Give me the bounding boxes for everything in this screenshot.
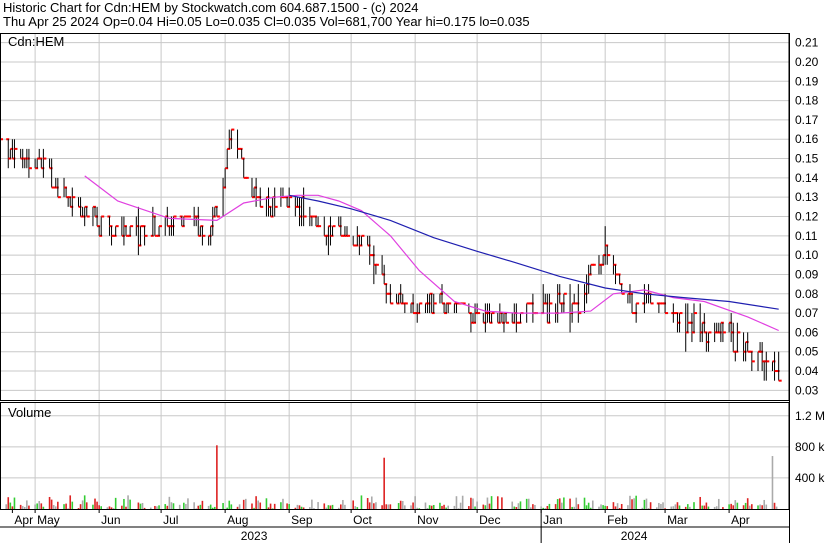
month-tick-label: Oct (353, 513, 372, 527)
month-tick-label: Apr (731, 513, 750, 527)
month-tick-label: Nov (417, 513, 438, 527)
price-tick-label: 0.03 (795, 383, 819, 397)
volume-bars (0, 445, 778, 509)
price-tick-label: 0.11 (795, 229, 818, 243)
stock-chart: 0.03 0.04 0.05 0.06 0.07 0.08 0.09 0.10 0.11 0.12… (0, 33, 825, 543)
price-tick-label: 0.12 (795, 210, 819, 224)
price-tick-label: 0.07 (795, 306, 819, 320)
price-tick-label: 0.14 (795, 171, 819, 185)
price-tick-label: 0.16 (795, 132, 819, 146)
month-tick-label: Apr (14, 513, 33, 527)
price-tick-label: 0.08 (795, 287, 819, 301)
volume-tick-label: 800 k (795, 440, 825, 454)
price-tick-label: 0.18 (795, 94, 819, 108)
price-tick-label: 0.09 (795, 267, 819, 281)
month-tick-label: Mar (667, 513, 688, 527)
price-tick-label: 0.17 (795, 113, 819, 127)
price-tick-label: 0.21 (795, 36, 819, 50)
month-tick-label: May (37, 513, 60, 527)
moving-average-long-line (289, 194, 779, 310)
price-tick-label: 0.19 (795, 74, 819, 88)
volume-panel-frame (0, 402, 790, 510)
year-label: 2024 (621, 529, 648, 543)
price-tick-label: 0.05 (795, 345, 819, 359)
grid-lines (0, 33, 789, 509)
price-tick-label: 0.15 (795, 152, 819, 166)
volume-panel-label: Volume (8, 405, 51, 420)
month-tick-label: Dec (479, 513, 500, 527)
month-tick-label: Jun (101, 513, 120, 527)
month-tick-label: Aug (227, 513, 248, 527)
price-tick-label: 0.13 (795, 190, 819, 204)
price-panel-label: Cdn:HEM (8, 34, 64, 49)
month-tick-label: Feb (607, 513, 628, 527)
price-tick-label: 0.04 (795, 364, 819, 378)
price-tick-label: 0.10 (795, 248, 819, 262)
price-tick-label: 0.20 (795, 55, 819, 69)
volume-tick-label: 1.2 M (795, 409, 825, 423)
month-tick-label: Jan (543, 513, 562, 527)
price-tick-label: 0.06 (795, 325, 819, 339)
month-tick-label: Sep (291, 513, 313, 527)
month-tick-label: Jul (163, 513, 178, 527)
year-label: 2023 (241, 529, 268, 543)
volume-tick-label: 400 k (795, 471, 825, 485)
